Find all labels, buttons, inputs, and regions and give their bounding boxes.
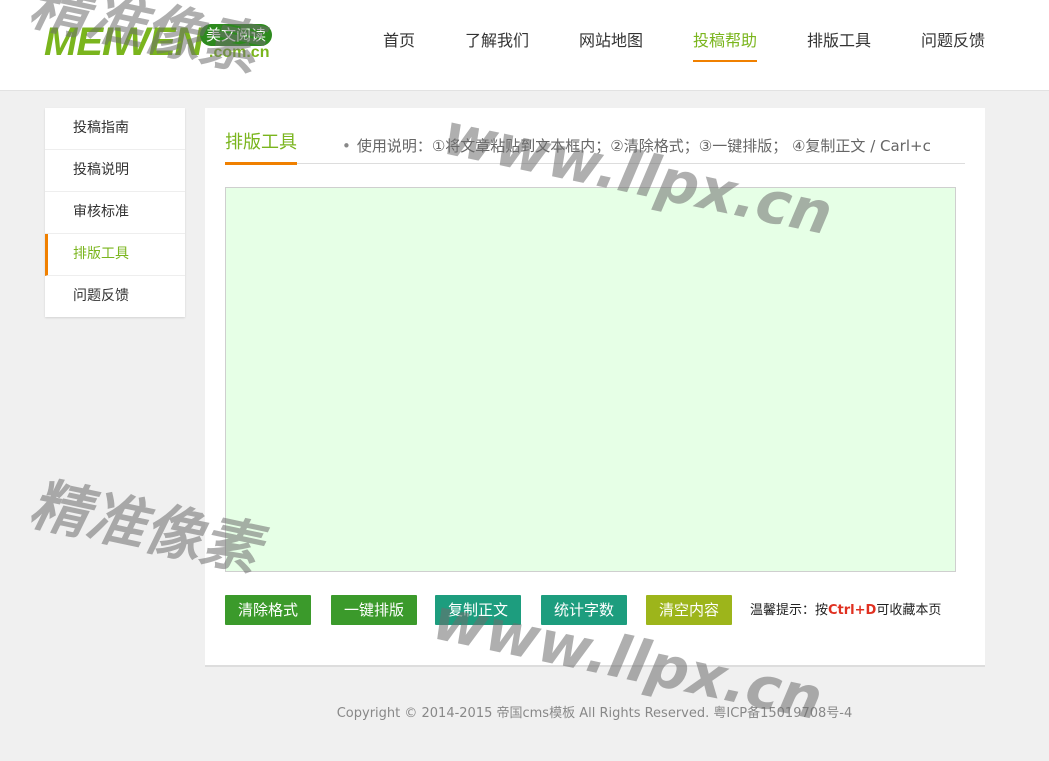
tip-shortcut: Ctrl+D	[828, 603, 877, 618]
tip-prefix: 温馨提示：按	[750, 603, 829, 618]
nav-home[interactable]: 首页	[383, 30, 415, 60]
main-panel: 排版工具 • 使用说明：①将文章粘贴到文本框内；②清除格式；③一键排版； ④复制正…	[205, 108, 985, 667]
nav-sitemap[interactable]: 网站地图	[579, 30, 643, 60]
site-logo[interactable]: MEIWEN 美文阅读 .com.cn	[44, 20, 284, 66]
usage-instruction: • 使用说明：①将文章粘贴到文本框内；②清除格式；③一键排版； ④复制正文 / C…	[342, 135, 931, 156]
sidebar: 投稿指南 投稿说明 审核标准 排版工具 问题反馈	[45, 108, 185, 317]
page-title: 排版工具	[225, 128, 297, 165]
clear-format-button[interactable]: 清除格式	[225, 595, 311, 625]
auto-layout-button[interactable]: 一键排版	[331, 595, 417, 625]
sidebar-item-review[interactable]: 审核标准	[45, 192, 185, 234]
logo-badge: 美文阅读	[200, 24, 273, 46]
logo-brand: MEIWEN	[44, 20, 203, 64]
sidebar-item-layout-tool[interactable]: 排版工具	[45, 234, 185, 276]
tip-suffix: 可收藏本页	[876, 603, 942, 618]
bookmark-tip: 温馨提示：按Ctrl+D可收藏本页	[750, 599, 941, 618]
title-divider	[225, 163, 965, 164]
logo-domain: .com.cn	[209, 44, 270, 61]
nav-layout-tool[interactable]: 排版工具	[807, 30, 871, 60]
word-count-button[interactable]: 统计字数	[541, 595, 627, 625]
nav-submit-help[interactable]: 投稿帮助	[693, 30, 758, 62]
text-editor[interactable]	[225, 187, 956, 572]
sidebar-item-instructions[interactable]: 投稿说明	[45, 150, 185, 192]
nav-feedback[interactable]: 问题反馈	[921, 30, 985, 60]
sidebar-item-feedback[interactable]: 问题反馈	[45, 276, 185, 317]
nav-about[interactable]: 了解我们	[465, 30, 529, 60]
usage-instruction-text: 使用说明：①将文章粘贴到文本框内；②清除格式；③一键排版； ④复制正文 / Ca…	[356, 137, 931, 155]
sidebar-item-guide[interactable]: 投稿指南	[45, 108, 185, 150]
site-header: MEIWEN 美文阅读 .com.cn 首页 了解我们 网站地图 投稿帮助 排版…	[0, 0, 1049, 91]
bullet-icon: •	[342, 137, 351, 155]
clear-content-button[interactable]: 清空内容	[646, 595, 732, 625]
footer-copyright: Copyright © 2014-2015 帝国cms模板 All Rights…	[336, 706, 853, 721]
copy-text-button[interactable]: 复制正文	[435, 595, 521, 625]
